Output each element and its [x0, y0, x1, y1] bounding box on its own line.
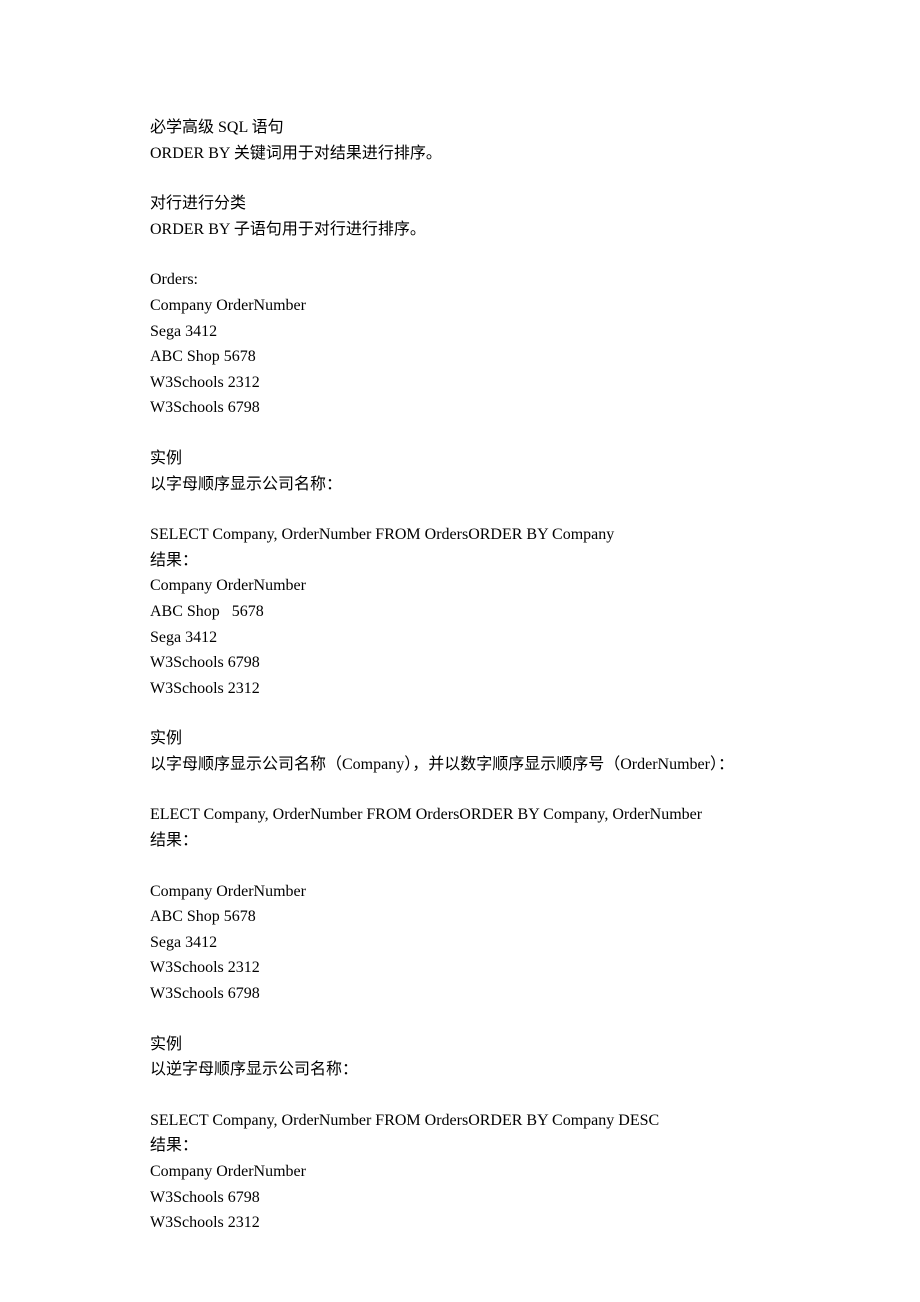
text-line: 实例: [150, 726, 770, 752]
text-line: W3Schools 2312: [150, 1210, 770, 1236]
text-line: ELECT Company, OrderNumber FROM OrdersOR…: [150, 802, 770, 828]
blank-line: [150, 1007, 770, 1032]
text-line: Company OrderNumber: [150, 1159, 770, 1185]
text-line: W3Schools 2312: [150, 370, 770, 396]
text-line: 结果：: [150, 548, 770, 574]
text-line: Company OrderNumber: [150, 573, 770, 599]
text-line: ABC Shop 5678: [150, 599, 770, 625]
text-line: 结果：: [150, 828, 770, 854]
text-line: Sega 3412: [150, 625, 770, 651]
blank-line: [150, 777, 770, 802]
text-line: W3Schools 2312: [150, 955, 770, 981]
document-page: 必学高级 SQL 语句ORDER BY 关键词用于对结果进行排序。对行进行分类O…: [0, 0, 920, 1302]
text-line: SELECT Company, OrderNumber FROM OrdersO…: [150, 1108, 770, 1134]
text-line: 实例: [150, 446, 770, 472]
blank-line: [150, 701, 770, 726]
text-line: Company OrderNumber: [150, 879, 770, 905]
text-line: W3Schools 6798: [150, 650, 770, 676]
blank-line: [150, 854, 770, 879]
blank-line: [150, 166, 770, 191]
text-line: Sega 3412: [150, 319, 770, 345]
text-line: Sega 3412: [150, 930, 770, 956]
text-line: W3Schools 6798: [150, 395, 770, 421]
text-line: ABC Shop 5678: [150, 344, 770, 370]
blank-line: [150, 1083, 770, 1108]
text-line: Orders:: [150, 267, 770, 293]
text-line: 必学高级 SQL 语句: [150, 115, 770, 141]
text-line: 以字母顺序显示公司名称（Company），并以数字顺序显示顺序号（OrderNu…: [150, 752, 770, 778]
text-line: ORDER BY 子语句用于对行进行排序。: [150, 217, 770, 243]
text-line: W3Schools 6798: [150, 1185, 770, 1211]
text-line: Company OrderNumber: [150, 293, 770, 319]
text-line: W3Schools 2312: [150, 676, 770, 702]
text-line: 以字母顺序显示公司名称：: [150, 472, 770, 498]
text-line: ORDER BY 关键词用于对结果进行排序。: [150, 141, 770, 167]
text-line: 实例: [150, 1032, 770, 1058]
text-line: W3Schools 6798: [150, 981, 770, 1007]
blank-line: [150, 497, 770, 522]
text-line: 对行进行分类: [150, 191, 770, 217]
text-line: SELECT Company, OrderNumber FROM OrdersO…: [150, 522, 770, 548]
text-line: 结果：: [150, 1133, 770, 1159]
text-line: 以逆字母顺序显示公司名称：: [150, 1057, 770, 1083]
blank-line: [150, 421, 770, 446]
blank-line: [150, 242, 770, 267]
text-line: ABC Shop 5678: [150, 904, 770, 930]
